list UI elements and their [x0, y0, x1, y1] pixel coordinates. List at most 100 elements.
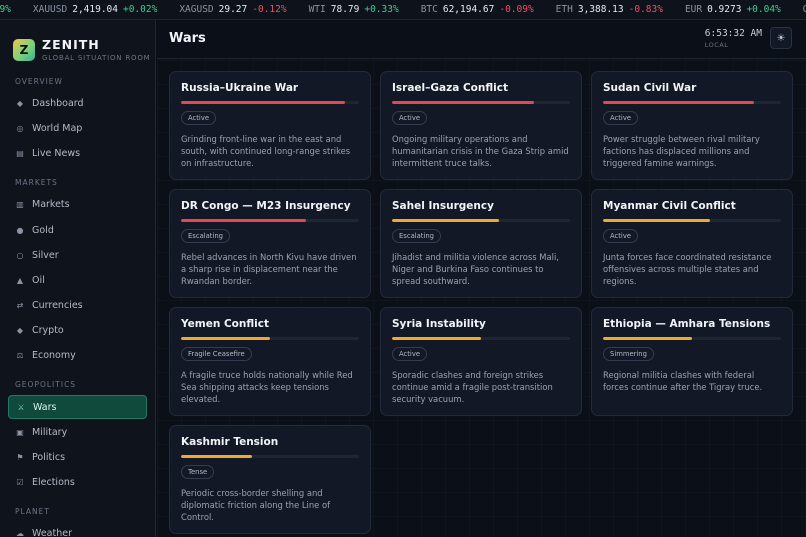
- clock-time: 6:53:32 AM: [704, 28, 762, 39]
- conflict-description: Sporadic clashes and foreign strikes con…: [392, 370, 553, 404]
- ticker-price: 62,194.67: [442, 4, 495, 15]
- brand[interactable]: Z ZENITH GLOBAL SITUATION ROOM: [13, 37, 151, 62]
- sidebar-item-wars[interactable]: ⚔ Wars: [8, 395, 147, 419]
- sidebar-item-label: Politics: [32, 451, 66, 463]
- sidebar-item-crypto[interactable]: ◆ Crypto: [8, 318, 147, 342]
- economy-icon: ⚖: [16, 350, 24, 360]
- severity-bar-fill: [603, 101, 755, 104]
- sidebar-item-live-news[interactable]: ▤ Live News: [8, 141, 147, 165]
- sidebar-item-label: Crypto: [32, 324, 64, 336]
- conflict-title: Sudan Civil War: [603, 82, 697, 94]
- sidebar-item-label: Dashboard: [32, 97, 84, 109]
- sidebar-item-politics[interactable]: ⚑ Politics: [8, 445, 147, 469]
- sidebar-item-label: Live News: [32, 147, 81, 159]
- severity-bar: [181, 219, 359, 222]
- ticker-price: 2,419.04: [72, 4, 118, 15]
- ticker-change: -0.83%: [628, 4, 663, 15]
- wars-icon: ⚔: [17, 402, 25, 412]
- severity-bar-fill: [603, 337, 692, 340]
- ticker-item: BTC 62,194.67 -0.09%: [421, 4, 534, 15]
- ticker-change: .29%: [0, 4, 11, 15]
- conflict-title: Yemen Conflict: [181, 318, 269, 330]
- ticker-change: +0.02%: [122, 4, 158, 15]
- conflict-title: DR Congo — M23 Insurgency: [181, 200, 351, 212]
- live-news-icon: ▤: [16, 148, 24, 158]
- ticker-price: 29.27: [218, 4, 248, 15]
- ticker-change: +0.33%: [364, 4, 399, 15]
- severity-bar-fill: [603, 219, 710, 222]
- sidebar-item-label: Silver: [32, 249, 59, 261]
- conflict-title: Sahel Insurgency: [392, 200, 494, 212]
- conflict-card[interactable]: Israel–Gaza Conflict Active Ongoing milita…: [380, 71, 582, 180]
- sidebar-item-dashboard[interactable]: ◆ Dashboard: [8, 91, 147, 115]
- brand-subtitle: GLOBAL SITUATION ROOM: [42, 54, 151, 62]
- weather-icon: ☁: [16, 528, 24, 537]
- ticker-item: EUR 0.9273 +0.04%: [685, 4, 781, 15]
- status-badge: Simmering: [603, 347, 654, 361]
- sidebar-item-silver[interactable]: ○ Silver: [8, 243, 147, 267]
- status-badge: Escalating: [181, 229, 230, 243]
- gold-icon: ●: [16, 225, 24, 235]
- ticker-change: -0.12%: [252, 4, 287, 15]
- sidebar-item-label: Markets: [32, 198, 70, 210]
- world-map-icon: ◎: [16, 123, 24, 133]
- ticker-change: +0.04%: [746, 4, 781, 15]
- sidebar-item-military[interactable]: ▣ Military: [8, 420, 147, 444]
- sidebar-item-gold[interactable]: ● Gold: [8, 218, 147, 242]
- conflict-card[interactable]: Syria Instability Active Sporadic clashes …: [380, 307, 582, 416]
- sidebar-item-label: Weather: [32, 527, 72, 537]
- sun-icon: ☀: [776, 32, 786, 44]
- page-title: Wars: [169, 31, 206, 46]
- status-badge: Active: [392, 347, 428, 361]
- sidebar-item-markets[interactable]: ▥ Markets: [8, 192, 147, 216]
- status-badge: Active: [181, 111, 217, 125]
- conflict-description: Periodic cross-border shelling and diplo…: [181, 488, 331, 522]
- oil-icon: ▲: [16, 275, 24, 285]
- conflict-card[interactable]: Myanmar Civil Conflict Active Junta forces…: [591, 189, 793, 298]
- markets-icon: ▥: [16, 199, 24, 209]
- conflict-card[interactable]: Russia–Ukraine War Active Grinding front-l…: [169, 71, 371, 180]
- conflict-card[interactable]: Sahel Insurgency Escalating Jihadist and m…: [380, 189, 582, 298]
- ticker-symbol: WTI: [308, 4, 326, 15]
- severity-bar-fill: [181, 337, 270, 340]
- sidebar-item-label: Economy: [32, 349, 76, 361]
- theme-toggle-button[interactable]: ☀: [770, 27, 792, 49]
- currencies-icon: ⇄: [16, 300, 24, 310]
- conflict-description: Jihadist and militia violence across Mal…: [392, 252, 559, 286]
- sidebar-item-elections[interactable]: ☑ Elections: [8, 470, 147, 494]
- conflict-description: A fragile truce holds nationally while R…: [181, 370, 353, 404]
- conflict-card[interactable]: Yemen Conflict Fragile Ceasefire A fragile…: [169, 307, 371, 416]
- status-badge: Tense: [181, 465, 215, 479]
- conflict-card[interactable]: Sudan Civil War Active Power struggle betw…: [591, 71, 793, 180]
- conflict-title: Syria Instability: [392, 318, 486, 330]
- sidebar-item-oil[interactable]: ▲ Oil: [8, 268, 147, 292]
- sidebar-item-label: Gold: [32, 224, 54, 236]
- status-badge: Escalating: [392, 229, 441, 243]
- ticker-symbol: XAGUSD: [179, 4, 214, 15]
- ticker-item: XAGUSD 29.27 -0.12%: [179, 4, 286, 15]
- conflict-description: Junta forces face coordinated resistance…: [603, 252, 772, 286]
- severity-bar: [392, 219, 570, 222]
- sidebar-item-economy[interactable]: ⚖ Economy: [8, 343, 147, 367]
- brand-name: ZENITH: [42, 37, 100, 52]
- conflict-card[interactable]: DR Congo — M23 Insurgency Escalating Rebel…: [169, 189, 371, 298]
- severity-bar: [181, 455, 359, 458]
- sidebar-item-currencies[interactable]: ⇄ Currencies: [8, 293, 147, 317]
- politics-icon: ⚑: [16, 452, 24, 462]
- status-badge: Active: [603, 111, 639, 125]
- conflict-grid: Russia–Ukraine War Active Grinding front-l…: [157, 60, 806, 537]
- sidebar-item-weather[interactable]: ☁ Weather: [8, 521, 147, 537]
- conflict-description: Power struggle between rival military fa…: [603, 134, 760, 168]
- sidebar-item-world-map[interactable]: ◎ World Map: [8, 116, 147, 140]
- ticker-price: 78.79: [330, 4, 360, 15]
- conflict-description: Ongoing military operations and humanita…: [392, 134, 569, 168]
- dashboard-icon: ◆: [16, 98, 24, 108]
- severity-bar-fill: [392, 219, 499, 222]
- ticker-symbol: XAUUSD: [32, 4, 68, 15]
- conflict-description: Regional militia clashes with federal fo…: [603, 370, 763, 392]
- conflict-card[interactable]: Kashmir Tension Tense Periodic cross-borde…: [169, 425, 371, 534]
- conflict-card[interactable]: Ethiopia — Amhara Tensions Simmering Regio…: [591, 307, 793, 416]
- sidebar-item-label: Military: [32, 426, 68, 438]
- military-icon: ▣: [16, 427, 24, 437]
- nav-section-label: OVERVIEW: [15, 77, 63, 86]
